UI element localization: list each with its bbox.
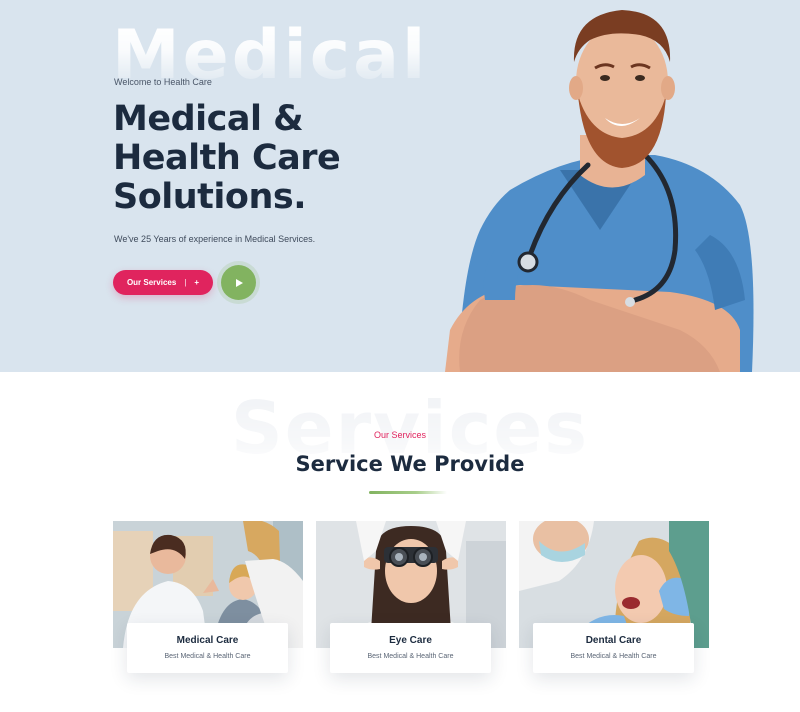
- our-services-button[interactable]: Our Services | +: [113, 270, 213, 295]
- hero-subtitle: We've 25 Years of experience in Medical …: [114, 234, 316, 244]
- service-card-title: Medical Care: [176, 635, 239, 646]
- hero-title-line: Medical &: [113, 99, 304, 139]
- title-divider: [369, 491, 447, 494]
- service-card-eye-care[interactable]: Eye Care Best Medical & Health Care: [316, 521, 506, 673]
- hero-title-line: Health Care: [113, 138, 341, 178]
- service-card-subtitle: Best Medical & Health Care: [164, 653, 251, 660]
- services-title: Service We Provide: [295, 452, 525, 476]
- hero-section: Medical Welcome to Health Care Medical &…: [0, 0, 800, 372]
- button-separator: |: [184, 278, 187, 287]
- services-eyebrow: Our Services: [373, 430, 426, 440]
- service-card-box[interactable]: Eye Care Best Medical & Health Care: [330, 623, 491, 673]
- service-card-box[interactable]: Dental Care Best Medical & Health Care: [533, 623, 694, 673]
- service-card-box[interactable]: Medical Care Best Medical & Health Care: [127, 623, 288, 673]
- play-icon: [236, 278, 243, 287]
- hero-title: Medical & Health Care Solutions.: [113, 100, 433, 217]
- service-card-subtitle: Best Medical & Health Care: [367, 653, 454, 660]
- service-card-title: Dental Care: [585, 635, 642, 646]
- service-card-medical-care[interactable]: Medical Care Best Medical & Health Care: [113, 521, 303, 673]
- service-card-dental-care[interactable]: Dental Care Best Medical & Health Care: [519, 521, 709, 673]
- service-card-title: Eye Care: [389, 635, 432, 646]
- service-card-subtitle: Best Medical & Health Care: [570, 653, 657, 660]
- plus-icon: +: [194, 278, 200, 287]
- hero-title-line: Solutions.: [113, 177, 307, 217]
- our-services-button-label: Our Services: [126, 278, 177, 287]
- hero-eyebrow: Welcome to Health Care: [114, 77, 212, 87]
- doctor-image: [445, 10, 754, 372]
- play-video-button[interactable]: [221, 265, 256, 300]
